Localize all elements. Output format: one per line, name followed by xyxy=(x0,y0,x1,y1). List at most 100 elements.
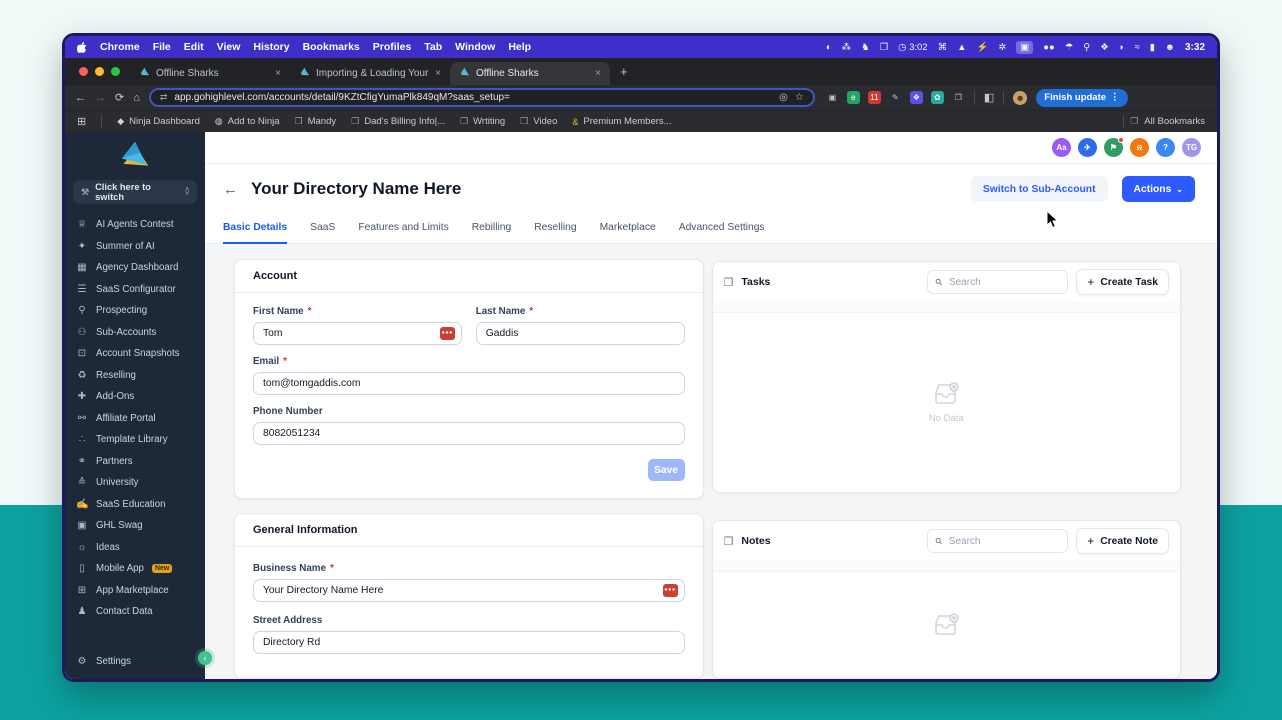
bookmark-item[interactable]: ◍ Add to Ninja xyxy=(215,116,280,127)
sidebar-item[interactable]: ✚ Add-Ons xyxy=(76,386,194,408)
bookmark-item[interactable]: ❐ Wrtiting xyxy=(460,116,505,127)
bookmark-item[interactable]: & Premium Members... xyxy=(572,116,671,127)
detail-tab[interactable]: Marketplace xyxy=(600,222,656,244)
sidebar-item[interactable]: ✍ SaaS Education xyxy=(76,494,194,516)
bookmark-item[interactable]: ❐ Video xyxy=(520,116,557,127)
home-icon[interactable]: ⌂ xyxy=(133,92,140,104)
menubar-status-icon[interactable]: ▮ xyxy=(1150,42,1155,53)
forward-icon[interactable]: → xyxy=(95,92,106,104)
switch-to-sub-account-button[interactable]: Switch to Sub-Account xyxy=(970,176,1108,202)
sidebar-item[interactable]: ▯ Mobile App New xyxy=(76,558,194,580)
sidebar-item[interactable]: ▣ GHL Swag xyxy=(76,515,194,537)
extension-icon[interactable]: ▣ xyxy=(826,91,839,104)
detail-tab[interactable]: Advanced Settings xyxy=(679,222,765,244)
url-text[interactable]: app.gohighlevel.com/accounts/detail/9KZt… xyxy=(174,92,772,103)
detail-tab[interactable]: Rebilling xyxy=(472,222,512,244)
browser-tab[interactable]: Offline Sharks × xyxy=(130,62,290,85)
create-note-button[interactable]: + Create Note xyxy=(1076,528,1169,554)
new-tab-button[interactable]: + xyxy=(610,64,638,79)
menubar-status-icon[interactable]: ☂ xyxy=(1065,42,1074,53)
extension-icon[interactable]: ❖ xyxy=(909,91,923,104)
detail-tab[interactable]: Basic Details xyxy=(223,222,288,244)
phone-field[interactable] xyxy=(253,422,685,445)
announcements-icon[interactable]: ⚑ xyxy=(1104,137,1124,157)
menubar-menu[interactable]: Bookmarks xyxy=(303,41,360,53)
translate-icon[interactable]: Aa xyxy=(1052,138,1071,157)
kebab-menu-icon[interactable]: ⋮ xyxy=(1110,92,1120,103)
extension-icon[interactable]: ✎ xyxy=(889,91,902,104)
sidebar-item[interactable]: ▦ Agency Dashboard xyxy=(76,257,194,279)
zoom-window-button[interactable] xyxy=(111,67,120,76)
menubar-status-icon[interactable]: ⁂ xyxy=(842,42,852,53)
profile-avatar[interactable]: TG xyxy=(1182,138,1201,157)
extension-icon[interactable]: ✿ xyxy=(930,91,944,104)
sidebar-item[interactable]: ∴ Template Library xyxy=(76,429,194,451)
menubar-menu[interactable]: Help xyxy=(508,41,531,53)
last-name-field[interactable] xyxy=(475,322,685,345)
business-name-field[interactable] xyxy=(253,579,685,602)
sidebar-item[interactable]: ⊡ Account Snapshots xyxy=(76,343,194,365)
sidebar-item[interactable]: ♟ Contact Data xyxy=(76,601,194,623)
extension-icon[interactable]: e xyxy=(846,91,860,104)
menubar-status-icon[interactable]: ⌘ xyxy=(938,42,948,53)
extension-icon[interactable]: ❒ xyxy=(952,91,965,104)
menubar-menu[interactable]: Window xyxy=(455,41,495,53)
all-bookmarks-button[interactable]: ❐ All Bookmarks xyxy=(1123,115,1205,128)
browser-tab[interactable]: Importing & Loading Your Sn × xyxy=(290,62,450,85)
menubar-menu[interactable]: View xyxy=(217,41,241,53)
sidebar-item[interactable]: ♕ AI Agents Contest xyxy=(76,214,194,236)
menubar-menu[interactable]: History xyxy=(253,41,289,53)
location-pin-icon[interactable]: ◎ xyxy=(779,92,788,103)
tab-close-icon[interactable]: × xyxy=(275,68,281,79)
create-task-button[interactable]: + Create Task xyxy=(1076,269,1169,295)
tasks-search-input[interactable] xyxy=(948,276,1060,288)
notes-search[interactable]: ⚲ xyxy=(927,529,1069,553)
tab-close-icon[interactable]: × xyxy=(595,68,601,79)
sidebar-item[interactable]: ≙ University xyxy=(76,472,194,494)
notifications-bell-icon[interactable]: ⍾ xyxy=(1130,138,1149,157)
first-name-field[interactable] xyxy=(253,322,462,345)
apple-menu-icon[interactable] xyxy=(77,41,87,53)
connect-icon[interactable]: ✈ xyxy=(1078,138,1097,157)
menubar-status-icon[interactable]: ❐ xyxy=(880,42,889,53)
menubar-status-icon[interactable]: ◷ 3:02 xyxy=(898,42,927,53)
sidebar-item[interactable]: ♻ Reselling xyxy=(76,365,194,387)
menubar-status-icon[interactable]: ⚡ xyxy=(976,42,988,53)
detail-tab[interactable]: Features and Limits xyxy=(358,222,448,244)
tab-close-icon[interactable]: × xyxy=(435,68,441,79)
finish-update-button[interactable]: Finish update ⋮ xyxy=(1036,88,1128,107)
account-switcher[interactable]: ⚒ Click here to switch ˄ ˅ xyxy=(73,180,197,204)
close-window-button[interactable] xyxy=(79,67,88,76)
menubar-status-icon[interactable]: ✲ xyxy=(998,42,1006,53)
detail-tab[interactable]: Reselling xyxy=(534,222,576,244)
actions-button[interactable]: Actions ⌄ xyxy=(1121,176,1195,202)
extension-overlay-icon[interactable]: ●●● xyxy=(439,326,455,340)
tasks-search[interactable]: ⚲ xyxy=(927,270,1069,294)
sidebar-item[interactable]: ☼ Ideas xyxy=(76,537,194,559)
sidebar-item[interactable]: ⊞ App Marketplace xyxy=(76,580,194,602)
sidebar-item[interactable]: ✦ Summer of AI xyxy=(76,236,194,258)
street-address-field[interactable] xyxy=(253,631,685,654)
detail-tab[interactable]: SaaS xyxy=(310,222,335,244)
sidebar-item[interactable]: ⚇ Sub-Accounts xyxy=(76,322,194,344)
menubar-status-icon[interactable]: ≈ xyxy=(1135,42,1140,53)
menubar-status-icon[interactable]: ☻ xyxy=(1165,42,1175,53)
back-arrow-icon[interactable]: ← xyxy=(223,181,238,198)
extension-icon[interactable]: 11 xyxy=(867,91,881,104)
save-button[interactable]: Save xyxy=(647,459,685,481)
sidebar-collapse-toggle[interactable]: ‹ xyxy=(198,651,212,665)
chrome-profile-avatar[interactable]: ☻ xyxy=(1013,90,1028,105)
menubar-menu[interactable]: Profiles xyxy=(373,41,412,53)
menubar-status-icon[interactable]: ⚲ xyxy=(1083,42,1090,53)
apps-grid-icon[interactable]: ⊞ xyxy=(77,115,86,128)
menubar-menu[interactable]: File xyxy=(153,41,171,53)
sidebar-item-settings[interactable]: ⚙ Settings xyxy=(65,643,205,679)
bookmark-item[interactable]: ❐ Dad's Billing Info|... xyxy=(351,116,445,127)
browser-tab[interactable]: Offline Sharks × xyxy=(450,62,610,85)
menubar-menu[interactable]: Chrome xyxy=(100,41,140,53)
menubar-status-icon[interactable]: ▲ xyxy=(957,42,966,53)
sidebar-item[interactable]: ☰ SaaS Configurator xyxy=(76,279,194,301)
menubar-status-icon[interactable]: ●● xyxy=(1043,42,1054,53)
extension-overlay-icon[interactable]: ●●● xyxy=(662,583,678,597)
tune-icon[interactable]: ⇄ xyxy=(160,92,168,103)
